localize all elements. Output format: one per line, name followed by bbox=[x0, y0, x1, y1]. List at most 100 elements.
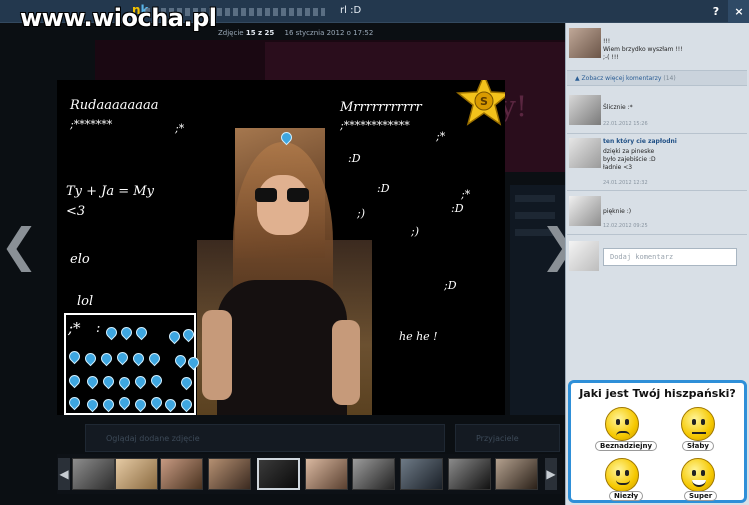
previous-photo-arrow-icon[interactable]: ❮ bbox=[0, 205, 39, 285]
next-photo-arrow-icon[interactable]: ❯ bbox=[540, 205, 579, 285]
ad-option[interactable]: Słaby bbox=[682, 441, 714, 451]
comment-item: !!! Wiem brzydko wyszłam !!! ;-( !!! bbox=[569, 28, 745, 68]
thumbnail[interactable] bbox=[400, 458, 443, 490]
comment-author[interactable]: ten który cie zapłodni bbox=[603, 138, 677, 145]
location-pin-icon bbox=[117, 352, 126, 364]
photo-text: Mrrrrrrrrrrr bbox=[340, 100, 422, 115]
photo-text: ;******* bbox=[70, 118, 113, 131]
location-pin-icon bbox=[85, 353, 94, 365]
box-text: ;* bbox=[68, 319, 81, 337]
thumbnail[interactable] bbox=[495, 458, 538, 490]
ad-title: Jaki jest Twój hiszpański? bbox=[579, 387, 736, 400]
more-comments-link[interactable]: ▲ Zobacz więcej komentarzy (14) bbox=[567, 70, 747, 86]
location-pin-icon bbox=[101, 353, 110, 365]
photo-text: ;) bbox=[411, 225, 419, 238]
chevron-up-icon: ▲ bbox=[575, 75, 580, 82]
smiley-grin-icon bbox=[681, 458, 715, 492]
thumbnails-prev-icon[interactable]: ◀ bbox=[58, 458, 70, 490]
main-photo[interactable]: Rudaaaaaaaa ;******* ;* Ty + Ja = My <3 … bbox=[57, 80, 505, 415]
more-comments-count: (14) bbox=[663, 75, 676, 82]
location-pin-icon bbox=[151, 397, 160, 409]
ad-option[interactable]: Super bbox=[684, 491, 718, 501]
thumbnails-next-icon[interactable]: ▶ bbox=[545, 458, 557, 490]
location-pin-icon bbox=[69, 397, 78, 409]
thumbnail[interactable] bbox=[352, 458, 395, 490]
location-pin-icon bbox=[87, 376, 96, 388]
star-badge-icon: S bbox=[455, 80, 505, 126]
ad-option[interactable]: Beznadziejny bbox=[595, 441, 658, 451]
avatar[interactable] bbox=[569, 196, 601, 226]
add-comment-input[interactable]: Dodaj komentarz bbox=[603, 248, 737, 266]
thumbnail[interactable] bbox=[305, 458, 348, 490]
avatar[interactable] bbox=[569, 95, 601, 125]
more-comments-label: Zobacz więcej komentarzy bbox=[581, 75, 662, 82]
location-pin-icon bbox=[181, 399, 190, 411]
thumbnail[interactable] bbox=[72, 458, 115, 490]
avatar[interactable] bbox=[569, 28, 601, 58]
photo-title: rl :D bbox=[340, 5, 362, 16]
thumbnail[interactable] bbox=[115, 458, 158, 490]
my-avatar bbox=[569, 241, 599, 271]
photo-text: ;* bbox=[175, 122, 185, 135]
location-pin-icon bbox=[103, 399, 112, 411]
divider bbox=[567, 133, 747, 134]
close-button[interactable]: × bbox=[728, 0, 749, 23]
photo-text: ;* bbox=[436, 130, 446, 143]
ad-option[interactable]: Niezły bbox=[609, 491, 644, 501]
location-pin-icon bbox=[136, 327, 145, 339]
location-pin-icon bbox=[165, 399, 174, 411]
sunglasses-lens bbox=[287, 188, 309, 202]
location-pin-icon bbox=[149, 353, 158, 365]
photo-date: 16 stycznia 2012 o 17:52 bbox=[284, 29, 374, 37]
comment-item: ten który cie zapłodni dzięki za pineske… bbox=[569, 138, 745, 188]
location-pin-icon bbox=[175, 355, 184, 367]
thumbnail[interactable] bbox=[160, 458, 203, 490]
comment-date: 24.01.2012 12:32 bbox=[603, 180, 648, 186]
location-pin-icon bbox=[188, 357, 197, 369]
location-pin-icon bbox=[119, 377, 128, 389]
watermark: www.wiocha.pl bbox=[20, 4, 217, 32]
location-pin-icon bbox=[281, 132, 290, 144]
arm bbox=[202, 310, 232, 400]
comment-item: pięknie :) 12.02.2012 09:25 bbox=[569, 196, 745, 236]
thumbnail-active[interactable] bbox=[257, 458, 300, 490]
face bbox=[257, 175, 309, 235]
smiley-happy-icon bbox=[605, 458, 639, 492]
thumbnail[interactable] bbox=[208, 458, 251, 490]
advertisement[interactable]: Jaki jest Twój hiszpański? Beznadziejny … bbox=[568, 380, 747, 503]
svg-text:S: S bbox=[480, 95, 488, 108]
thumbnail[interactable] bbox=[448, 458, 491, 490]
photo-lightbox: { "watermark": "www.wiocha.pl", "topbar"… bbox=[0, 0, 749, 505]
location-pin-icon bbox=[169, 331, 178, 343]
photo-text: lol bbox=[77, 294, 94, 309]
location-pin-icon bbox=[183, 329, 192, 341]
comment-text: !!! Wiem brzydko wyszłam !!! ;-( !!! bbox=[603, 38, 683, 61]
photo-text: <3 bbox=[66, 204, 86, 219]
comment-date: 22.01.2012 15:26 bbox=[603, 121, 648, 127]
location-pin-icon bbox=[87, 399, 96, 411]
location-pin-icon bbox=[69, 375, 78, 387]
help-button[interactable]: ? bbox=[705, 0, 727, 23]
smiley-neutral-icon bbox=[681, 407, 715, 441]
counter-value: 15 z 25 bbox=[245, 29, 275, 37]
background-tab-label: Oglądaj dodane zdjęcie bbox=[106, 434, 200, 443]
location-pin-icon bbox=[135, 399, 144, 411]
arm bbox=[332, 320, 360, 405]
location-pin-icon bbox=[103, 376, 112, 388]
divider bbox=[567, 234, 747, 235]
location-pin-icon bbox=[121, 327, 130, 339]
comment-text: Ślicznie :* bbox=[603, 104, 633, 111]
avatar[interactable] bbox=[569, 138, 601, 168]
box-text: : bbox=[96, 321, 101, 336]
photo-text: ;************ bbox=[340, 119, 410, 132]
smiley-angry-icon bbox=[605, 407, 639, 441]
background-line bbox=[515, 195, 555, 202]
counter-prefix: Zdjęcie bbox=[218, 29, 244, 37]
location-pin-icon bbox=[135, 376, 144, 388]
divider bbox=[567, 190, 747, 191]
location-pin-icon bbox=[106, 327, 115, 339]
background-tab-friends: Przyjaciele bbox=[455, 424, 560, 452]
background-tab-photo: Oglądaj dodane zdjęcie bbox=[85, 424, 445, 452]
photo-text: Rudaaaaaaaa bbox=[70, 98, 159, 113]
photo-text: ;D bbox=[444, 279, 457, 292]
